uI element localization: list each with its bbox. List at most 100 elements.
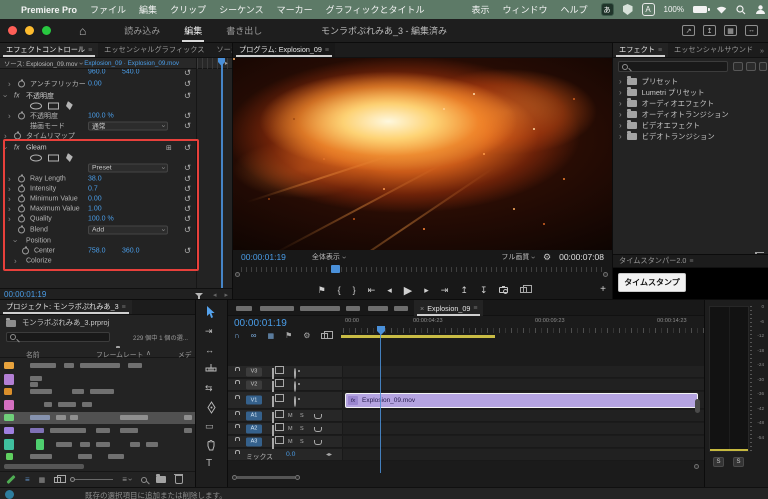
chevron-right-icon[interactable]: › xyxy=(8,194,11,203)
freeform-view-icon[interactable] xyxy=(54,474,67,483)
chevron-right-icon[interactable]: › xyxy=(8,204,11,213)
source-patch-icon[interactable] xyxy=(272,438,274,449)
zoom-out-icon[interactable]: ◂ xyxy=(213,291,217,299)
effects-folder-video-effects[interactable]: › ビデオエフェクト xyxy=(613,120,768,131)
play-button-icon[interactable]: ▶ xyxy=(404,284,412,297)
solo-right-button[interactable]: S xyxy=(733,457,744,467)
button-editor-icon[interactable]: + xyxy=(600,284,606,295)
effects-search-input[interactable] xyxy=(618,61,728,72)
column-framerate[interactable]: フレームレート xyxy=(96,349,143,359)
reset-icon[interactable]: ↺ xyxy=(184,142,191,153)
scrubber-right-handle[interactable] xyxy=(603,272,608,277)
rect-mask-icon[interactable] xyxy=(48,154,59,161)
list-view-icon[interactable]: ≡ xyxy=(25,475,30,484)
program-video-frame[interactable] xyxy=(233,58,612,250)
sort-dropdown[interactable]: ≡ › xyxy=(122,475,135,484)
fx-badge-icon[interactable]: fx xyxy=(14,144,19,151)
goto-out-icon[interactable]: ⇥ xyxy=(441,285,449,296)
table-row[interactable] xyxy=(0,373,196,387)
stopwatch-icon[interactable] xyxy=(18,174,25,182)
program-playhead-handle[interactable] xyxy=(331,265,340,273)
user-icon[interactable] xyxy=(755,4,766,15)
source-patch-icon[interactable] xyxy=(272,412,274,423)
table-row[interactable] xyxy=(0,360,196,372)
export-frame-icon[interactable] xyxy=(499,286,509,294)
reset-icon[interactable]: ↺ xyxy=(184,78,191,89)
label-chip-teal[interactable] xyxy=(4,439,14,450)
track-target-v2[interactable]: V2 xyxy=(246,380,262,389)
ec-timecode[interactable]: 00:00:01:19 xyxy=(4,290,46,299)
work-area-bar[interactable] xyxy=(341,335,495,338)
mode-tab-edit[interactable]: 編集 xyxy=(172,19,214,42)
zoom-level-dropdown[interactable]: 全体表示 › xyxy=(312,252,349,262)
reset-icon[interactable]: ↺ xyxy=(184,213,191,224)
tab-program-monitor[interactable]: プログラム: Explosion_09 ≡ xyxy=(233,43,335,57)
playback-quality-dropdown[interactable]: フル画質 › xyxy=(501,252,538,262)
zoom-in-icon[interactable]: ▸ xyxy=(224,291,228,299)
tab-effects[interactable]: エフェクト ≡ xyxy=(613,43,669,57)
hand-tool[interactable] xyxy=(205,439,217,454)
mode-tab-export[interactable]: 書き出し xyxy=(214,19,274,42)
filter-accelerated-icon[interactable] xyxy=(733,62,743,71)
redacted-tab[interactable] xyxy=(394,306,408,311)
filter-properties-icon[interactable] xyxy=(194,292,203,300)
fullscreen-icon[interactable]: ↔ xyxy=(745,25,758,36)
sequence-clip-label[interactable]: Explosion_09 · Explosion_09.mov xyxy=(84,60,179,67)
app-menu-name[interactable]: Premiere Pro xyxy=(21,5,77,15)
menu-sequence[interactable]: シーケンス xyxy=(219,3,264,16)
stopwatch-icon[interactable] xyxy=(18,194,25,202)
maximize-window-button[interactable] xyxy=(42,26,51,35)
reset-icon[interactable]: ↺ xyxy=(184,120,191,131)
pen-tool[interactable] xyxy=(206,401,217,416)
extract-icon[interactable]: ↧ xyxy=(480,285,488,296)
rect-mask-icon[interactable] xyxy=(48,102,59,109)
keyframe-nav-icon[interactable]: ◂▸ xyxy=(326,451,332,458)
solo-button[interactable]: S xyxy=(300,426,304,432)
chevron-right-icon[interactable]: › xyxy=(8,111,11,120)
stopwatch-icon[interactable] xyxy=(18,204,25,212)
effects-folder-audio-transitions[interactable]: › オーディオトランジション xyxy=(613,109,768,120)
reset-icon[interactable]: ↺ xyxy=(184,162,191,173)
new-bin-icon[interactable] xyxy=(155,474,166,483)
column-name[interactable]: 名前 xyxy=(26,349,40,359)
reset-icon[interactable]: ↺ xyxy=(184,69,191,76)
stopwatch-icon[interactable] xyxy=(18,214,25,222)
reset-icon[interactable]: ↺ xyxy=(184,245,191,256)
type-tool[interactable]: T xyxy=(206,458,212,469)
timeline-playhead-line[interactable] xyxy=(380,333,381,473)
project-hscrollbar[interactable] xyxy=(4,464,84,469)
timeline-display-icon[interactable]: ▦ xyxy=(267,332,274,340)
find-icon[interactable] xyxy=(140,476,147,483)
chevron-right-icon[interactable]: › xyxy=(8,214,11,223)
pen-mask-icon[interactable] xyxy=(66,153,73,162)
stopwatch-icon[interactable] xyxy=(22,246,29,254)
stopwatch-icon[interactable] xyxy=(18,79,25,87)
chevron-right-icon[interactable]: › xyxy=(8,184,11,193)
audio-meter-bars[interactable] xyxy=(709,306,749,452)
step-back-icon[interactable]: ◂ xyxy=(387,285,392,296)
track-v1[interactable]: V1 fx Explosion_09.mov xyxy=(228,392,705,409)
menu-graphics-titles[interactable]: グラフィックとタイトル xyxy=(326,3,425,16)
label-chip-violet[interactable] xyxy=(4,427,14,434)
share-icon[interactable]: ↥ xyxy=(703,25,716,36)
preset-dropdown[interactable]: Preset › xyxy=(88,163,168,172)
source-clip-label[interactable]: ソース: Explosion_09.mov xyxy=(4,59,78,68)
mode-tab-import[interactable]: 読み込み xyxy=(112,19,172,42)
hscroll-thumb[interactable] xyxy=(237,475,295,479)
track-target-a2[interactable]: A2 xyxy=(246,424,262,433)
project-search-input[interactable] xyxy=(6,332,110,342)
source-patch-icon[interactable] xyxy=(272,425,274,436)
shield-icon[interactable] xyxy=(622,4,633,15)
menu-clip[interactable]: クリップ xyxy=(170,3,206,16)
mark-out-icon[interactable]: } xyxy=(353,285,356,295)
table-row-selected[interactable] xyxy=(0,412,196,424)
close-window-button[interactable] xyxy=(8,26,17,35)
add-marker-icon[interactable]: ⚑ xyxy=(318,285,326,296)
tab-essential-graphics[interactable]: エッセンシャルグラフィックス xyxy=(98,43,210,57)
track-a3[interactable]: A3 M S xyxy=(228,436,705,449)
goto-in-icon[interactable]: ⇤ xyxy=(368,285,376,296)
mute-button[interactable]: M xyxy=(288,413,293,419)
table-row[interactable] xyxy=(0,425,196,437)
menu-marker[interactable]: マーカー xyxy=(277,3,313,16)
solo-button[interactable]: S xyxy=(300,413,304,419)
